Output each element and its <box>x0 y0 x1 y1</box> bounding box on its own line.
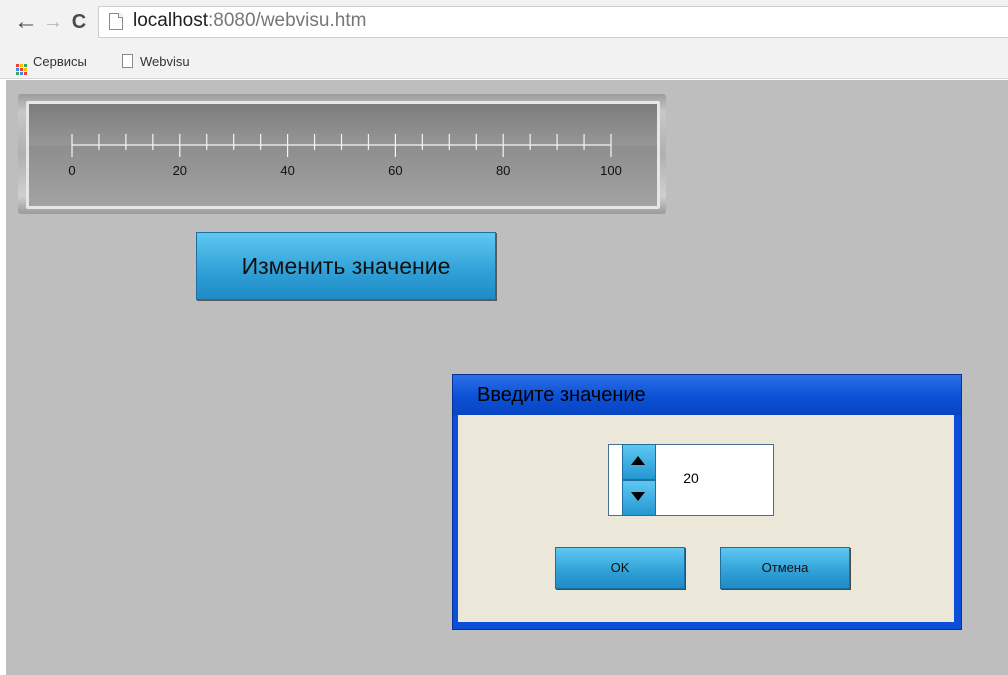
apps-grid-icon <box>16 64 27 75</box>
back-arrow-icon[interactable]: ← <box>14 8 38 36</box>
change-value-button[interactable]: Изменить значение <box>196 232 496 300</box>
arrow-down-icon <box>631 492 645 501</box>
ok-button[interactable]: OK <box>555 547 685 589</box>
tick-label: 60 <box>388 163 402 178</box>
tick-label: 100 <box>600 163 622 178</box>
url-host: localhost <box>133 10 208 31</box>
cancel-button[interactable]: Отмена <box>720 547 850 589</box>
visualization-area: 0 20 40 60 80 100 Изменить значение Введите з… <box>6 80 1008 675</box>
bookmarks-bar: Сервисы Webvisu <box>0 48 1008 79</box>
forward-arrow-icon[interactable]: → <box>42 8 64 36</box>
meter-scale: 0 20 40 60 80 100 <box>68 134 622 178</box>
meter-scale-panel: 0 20 40 60 80 100 <box>26 101 660 209</box>
meter-frame: 0 20 40 60 80 100 <box>18 94 666 214</box>
decrement-button[interactable] <box>622 480 656 516</box>
dialog-titlebar: Введите значение <box>453 375 961 415</box>
bookmark-webvisu[interactable]: Webvisu <box>122 54 190 69</box>
reload-icon[interactable]: C <box>66 8 92 36</box>
url-text: localhost:8080/webvisu.htm <box>133 10 366 32</box>
browser-toolbar: ← → C localhost:8080/webvisu.htm <box>0 0 1008 48</box>
tick-label: 40 <box>280 163 294 178</box>
input-dialog: Введите значение 20 OK Отмена <box>452 374 962 630</box>
page-icon <box>122 54 133 68</box>
tick-label: 0 <box>68 163 75 178</box>
bookmark-apps[interactable]: Сервисы <box>16 54 87 75</box>
bookmark-webvisu-label: Webvisu <box>140 54 190 69</box>
arrow-up-icon <box>631 456 645 465</box>
tick-label: 80 <box>496 163 510 178</box>
dialog-body: 20 OK Отмена <box>458 415 954 622</box>
address-bar[interactable]: localhost:8080/webvisu.htm <box>98 6 1008 38</box>
bookmark-apps-label: Сервисы <box>33 54 87 69</box>
page-icon <box>109 13 123 30</box>
url-path: :8080/webvisu.htm <box>208 10 367 31</box>
tick-label: 20 <box>173 163 187 178</box>
increment-button[interactable] <box>622 444 656 480</box>
dialog-title: Введите значение <box>477 384 646 406</box>
